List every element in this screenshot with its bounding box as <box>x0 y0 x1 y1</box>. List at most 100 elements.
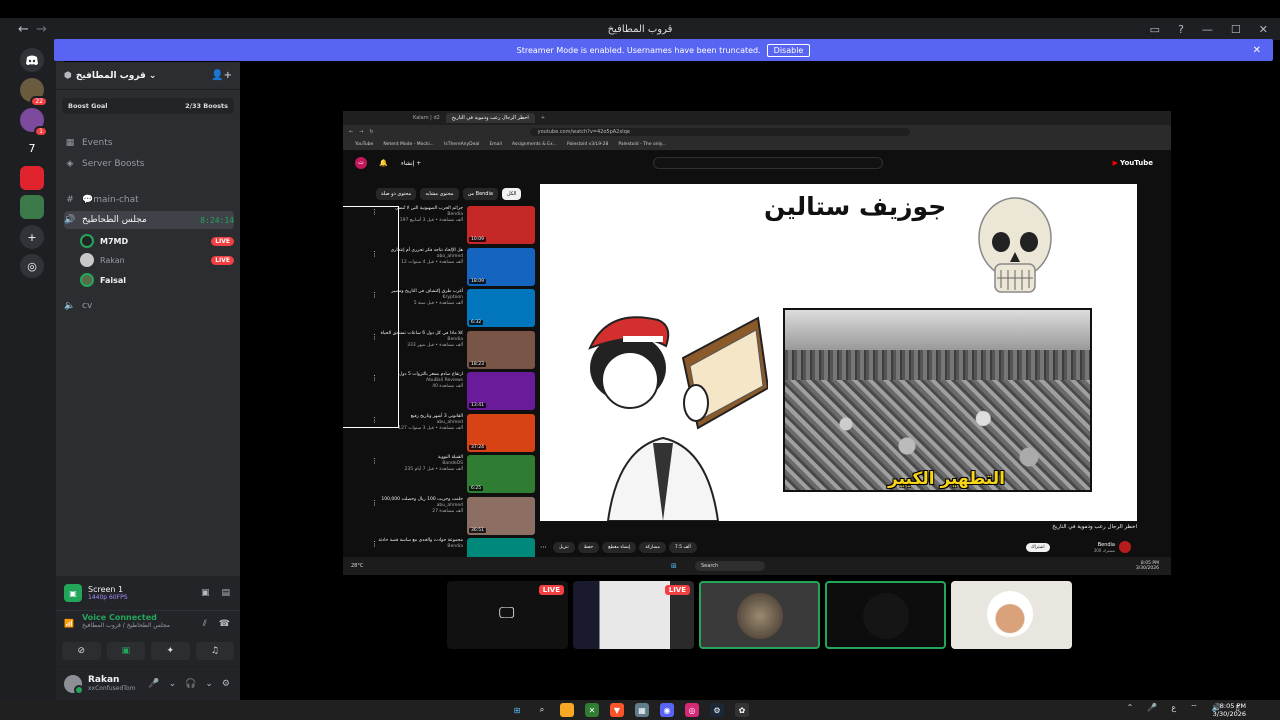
store-icon[interactable]: ▦ <box>635 703 649 717</box>
bookmark[interactable]: Email <box>489 142 502 147</box>
bookmark[interactable]: Assignments & Ex... <box>512 142 557 147</box>
microphone-icon[interactable]: 🎤 <box>148 679 159 689</box>
chip-active[interactable]: الكل <box>501 188 522 200</box>
share-screen-button[interactable]: ▣ <box>106 642 145 660</box>
soundboard-button[interactable]: ♫ <box>195 642 234 660</box>
discord-home-icon[interactable] <box>20 48 44 72</box>
stream-tile[interactable]: LIVE 🖵 <box>447 581 568 649</box>
more-icon[interactable]: ⋮ <box>371 250 378 258</box>
recommendation-item[interactable]: 6:25 القنبلة النووية BandeDS 235 ألف مشاهدة… <box>369 455 535 497</box>
video-thumbnail[interactable]: 18:23 <box>467 330 535 369</box>
events-item[interactable]: ▦ Events <box>64 134 234 152</box>
guild-header[interactable]: ⬢ قروب المطافيخ ⌄ 👤+ <box>56 62 240 90</box>
video-thumbnail[interactable]: 13:41 <box>467 372 535 410</box>
file-explorer-icon[interactable] <box>560 703 574 717</box>
taskbar-search[interactable]: Search <box>695 561 765 571</box>
more-icon[interactable]: ⋮ <box>371 333 378 341</box>
more-icon[interactable]: ⋮ <box>371 499 378 507</box>
voice-user[interactable]: Rakan LIVE <box>80 251 234 269</box>
stream-view[interactable]: Kalam | d2 اخطر الرجال رعب ودموية في الت… <box>343 111 1171 575</box>
inbox-icon[interactable]: ▭ <box>1150 23 1160 36</box>
discord-icon[interactable]: ◉ <box>660 703 674 717</box>
back-arrow-icon[interactable]: ← <box>349 129 353 135</box>
boost-goal-bar[interactable]: Boost Goal 2/33 Boosts <box>62 98 234 114</box>
more-icon[interactable]: ⋮ <box>371 457 378 465</box>
bookmark[interactable]: YouTube <box>355 142 373 147</box>
more-icon[interactable]: ⋮ <box>371 291 378 299</box>
more-icon[interactable]: ⋮ <box>371 374 378 382</box>
voice-channel-cv[interactable]: 🔈 cv <box>64 297 234 315</box>
chip[interactable]: محتوى مشابه <box>420 188 459 200</box>
video-title[interactable]: حلمت وجربت 100 ريال وحصلت 100,000 <box>369 497 463 503</box>
gear-icon[interactable]: ⚙ <box>222 679 230 689</box>
add-server-icon[interactable]: + <box>20 225 44 249</box>
stream-settings-icon[interactable]: ▤ <box>221 588 230 598</box>
like-button[interactable]: 7.5 ألف <box>668 541 697 553</box>
maximize-icon[interactable]: ☐ <box>1231 23 1241 36</box>
noise-suppression-icon[interactable]: ⫽ <box>203 619 207 629</box>
recommendation-item[interactable]: 36:51 حلمت وجربت 100 ريال وحصلت 100,000 ab… <box>369 496 535 539</box>
search-icon[interactable]: ⌕ <box>535 703 549 717</box>
clip-button[interactable]: إنشاء مقطع <box>602 541 637 553</box>
server-icon-1[interactable]: 22 <box>20 78 48 107</box>
instagram-icon[interactable]: ◎ <box>685 703 699 717</box>
more-icon[interactable]: ⋮ <box>371 540 378 548</box>
server-icon-5[interactable] <box>20 195 44 219</box>
channel-avatar[interactable] <box>1119 541 1131 553</box>
bookmark[interactable]: Palestoid - The only... <box>618 142 666 147</box>
address-bar[interactable]: youtube.com/watch?v=42o5pA2xlqe <box>529 128 910 136</box>
recommendation-item[interactable]: 13:41 ارتفاع صادم بسعر بالثروات 5 دول AbuB… <box>369 372 535 414</box>
browser-tab-active[interactable]: اخطر الرجال رعب ودموية في التاريخ <box>445 113 535 123</box>
share-button[interactable]: مشاركة <box>639 541 666 553</box>
help-icon[interactable]: ? <box>1178 23 1184 36</box>
search-input[interactable] <box>653 157 883 169</box>
chip[interactable]: محتوى ذو صلة <box>376 188 417 200</box>
youtube-logo[interactable]: ▶ YouTube <box>1113 159 1153 167</box>
video-thumbnail[interactable]: 6:25 <box>467 455 535 493</box>
participant-tile[interactable] <box>825 581 946 649</box>
taskbar-clock[interactable]: 8:05 PM 3/30/2026 <box>1213 702 1246 718</box>
video-thumbnail[interactable]: 37:24 <box>467 413 535 452</box>
recommendation-item[interactable]: 10:09 جرائم الحرب الصهيونية التي لا تُنسى… <box>369 206 535 248</box>
browser-tab[interactable]: Kalam | d2 <box>413 115 440 121</box>
close-icon[interactable]: ✕ <box>1259 23 1268 36</box>
close-icon[interactable]: ✕ <box>1253 45 1261 56</box>
server-boosts-item[interactable]: ◈ Server Boosts <box>64 155 234 173</box>
video-thumbnail[interactable]: 6:32 <box>467 289 535 327</box>
save-button[interactable]: حفظ <box>577 541 600 553</box>
avatar[interactable] <box>64 674 84 695</box>
recommendation-item[interactable]: 37:24 القانوني 3 أشهر وتاريخ رفيع abu_ahme… <box>369 413 535 456</box>
voice-user[interactable]: M7MD LIVE <box>80 232 234 250</box>
xbox-icon[interactable]: ✕ <box>585 703 599 717</box>
server-icon-3[interactable]: 7 <box>20 136 44 160</box>
download-button[interactable]: تنزيل <box>553 541 575 553</box>
steam-icon[interactable]: ⚙ <box>710 703 724 717</box>
recommendation-item[interactable]: 6:32 أغرب طرق إكتشاف في التاريخ ومصير Kryp… <box>369 289 535 331</box>
camera-off-button[interactable]: ⊘ <box>62 642 101 660</box>
video-thumbnail[interactable]: 18:09 <box>467 247 535 286</box>
more-icon[interactable]: ⋮ <box>371 208 378 216</box>
participant-tile[interactable] <box>699 581 820 649</box>
reload-icon[interactable]: ↻ <box>369 129 373 135</box>
server-icon-4[interactable] <box>20 166 44 190</box>
brave-icon[interactable]: ▼ <box>610 703 624 717</box>
recommendation-item[interactable]: 18:09 هل الإلحاد نتاجه فكر تحرري أم إنتحا… <box>369 247 535 290</box>
channel-main-chat[interactable]: # 💬main-chat <box>64 191 234 209</box>
recommendation-item[interactable]: 18:23 كلا ماذا في كل دول 6 ساعات تستحق ال… <box>369 330 535 373</box>
voice-user[interactable]: Faisal <box>80 271 234 289</box>
disconnect-icon[interactable]: ☎ <box>219 619 230 629</box>
disable-button[interactable]: Disable <box>766 43 811 57</box>
stop-stream-icon[interactable]: ▣ <box>201 588 210 598</box>
headphones-icon[interactable]: 🎧 <box>185 679 196 689</box>
invite-people-icon[interactable]: 👤+ <box>211 70 232 81</box>
participant-tile[interactable] <box>951 581 1072 649</box>
voice-channel-active[interactable]: 🔊 مجلس الطحاطيخ 8:24:14 <box>64 211 234 229</box>
microphone-icon[interactable]: 🎤 <box>1147 703 1157 713</box>
chip[interactable]: من Bendia <box>462 188 498 200</box>
stream-tile[interactable]: LIVE <box>573 581 694 649</box>
wifi-icon[interactable]: ⌔ <box>1190 703 1198 713</box>
subscribe-button[interactable]: اشتراك <box>1025 542 1050 552</box>
discover-icon[interactable]: ◎ <box>20 254 44 278</box>
avatar[interactable]: ت <box>355 157 367 169</box>
forward-arrow-icon[interactable]: → <box>359 129 363 135</box>
